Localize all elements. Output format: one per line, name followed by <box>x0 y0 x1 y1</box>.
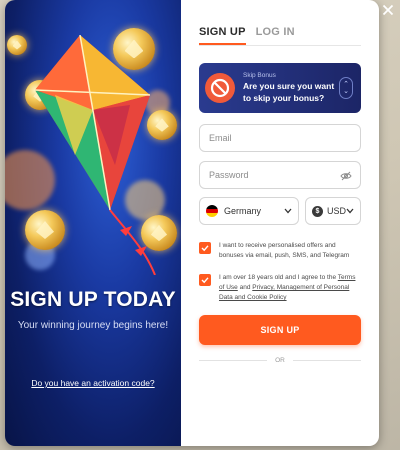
close-button[interactable] <box>378 0 398 20</box>
gold-coin-icon <box>7 35 27 55</box>
chevron-up-icon: ⌃ <box>343 81 349 88</box>
age-consent-text: I am over 18 years old and I agree to th… <box>219 273 361 303</box>
skip-bonus-banner: Skip Bonus Are you sure you want to skip… <box>198 63 361 113</box>
dollar-icon: $ <box>311 205 323 217</box>
or-label: OR <box>275 357 285 365</box>
divider-line <box>198 360 268 362</box>
marketing-consent: I want to receive personalised offers an… <box>198 241 361 261</box>
privacy-link[interactable]: Privacy, Management of Personal Data and… <box>219 284 349 301</box>
country-value: Germany <box>223 206 261 216</box>
activation-code-link[interactable]: Do you have an activation code? <box>5 378 181 388</box>
promo-subtitle: Your winning journey begins here! <box>17 320 169 331</box>
close-icon <box>382 4 394 16</box>
signup-modal: SIGN UP TODAY Your winning journey begin… <box>5 0 379 446</box>
chevron-down-icon: ⌄ <box>343 88 349 95</box>
bonus-question: Are you sure you want to skip your bonus… <box>242 81 335 103</box>
password-input[interactable] <box>208 170 351 180</box>
chevron-down-icon <box>284 208 292 214</box>
signup-form: SIGN UP LOG IN Skip Bonus Are you sure y… <box>180 0 379 446</box>
country-select[interactable]: Germany <box>198 197 299 225</box>
no-entry-icon <box>204 73 235 103</box>
chevron-down-icon <box>346 208 354 214</box>
password-field[interactable] <box>198 161 361 189</box>
currency-select[interactable]: $ USD <box>304 197 361 225</box>
currency-value: USD <box>326 206 346 216</box>
bonus-text: Skip Bonus Are you sure you want to skip… <box>243 72 339 103</box>
divider-line <box>292 360 362 362</box>
eye-hidden-icon[interactable] <box>340 170 352 182</box>
age-consent: I am over 18 years old and I agree to th… <box>198 273 361 303</box>
auth-tabs: SIGN UP LOG IN <box>198 0 361 46</box>
region-selects: Germany $ USD <box>198 197 361 225</box>
signup-button[interactable]: SIGN UP <box>198 315 361 346</box>
or-divider: OR <box>198 357 362 365</box>
promo-panel: SIGN UP TODAY Your winning journey begin… <box>5 0 181 446</box>
promo-title: SIGN UP TODAY <box>10 288 176 311</box>
tab-signup[interactable]: SIGN UP <box>198 26 246 45</box>
marketing-checkbox[interactable] <box>198 242 211 254</box>
age-checkbox[interactable] <box>198 274 211 287</box>
email-field[interactable] <box>198 124 361 152</box>
checkmark-icon <box>201 245 209 252</box>
age-consent-and: and <box>239 284 251 292</box>
age-consent-prefix: I am over 18 years old and I agree to th… <box>218 274 337 282</box>
bonus-label: Skip Bonus <box>242 72 276 80</box>
germany-flag-icon <box>205 205 218 217</box>
checkmark-icon <box>201 277 209 284</box>
marketing-consent-text: I want to receive personalised offers an… <box>218 242 350 260</box>
tab-login[interactable]: LOG IN <box>256 26 295 45</box>
email-input[interactable] <box>208 133 351 143</box>
kite-illustration <box>35 35 156 275</box>
bonus-expand-toggle[interactable]: ⌃ ⌄ <box>339 77 353 99</box>
